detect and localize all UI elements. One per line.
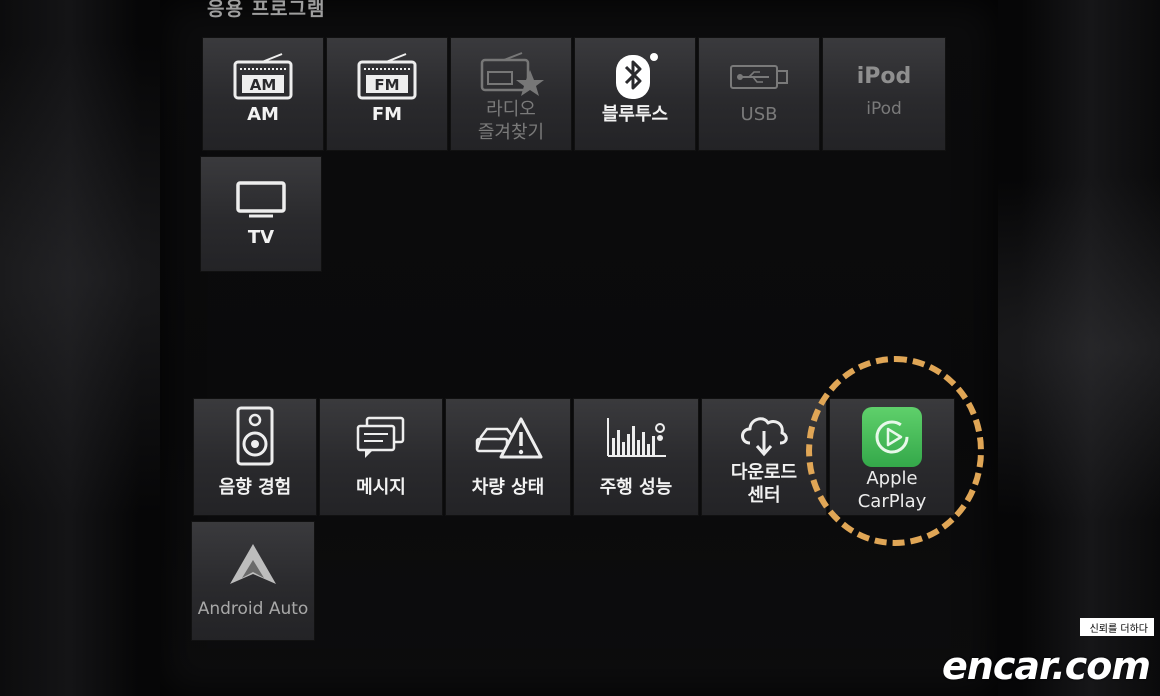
app-label: FM <box>371 104 403 125</box>
app-label: 메시지 <box>356 477 406 498</box>
svg-text:AM: AM <box>250 76 277 94</box>
app-tile-driving-performance[interactable]: 주행 성능 <box>573 398 699 516</box>
app-label: TV <box>247 227 275 248</box>
android-auto-icon <box>228 532 278 598</box>
app-label: 주행 성능 <box>599 477 673 498</box>
watermark-tagline: 신뢰를 더하다 <box>1079 618 1154 636</box>
app-tile-android-auto[interactable]: Android Auto <box>191 521 315 641</box>
app-label: 다운로드 센터 <box>730 462 798 506</box>
app-tile-sound-experience[interactable]: 음향 경험 <box>193 398 317 516</box>
car-warning-icon <box>473 407 543 469</box>
encar-watermark: 신뢰를 더하다 encar.com <box>922 618 1154 688</box>
tv-icon <box>235 173 287 227</box>
app-tile-fm[interactable]: FM FM <box>326 37 448 151</box>
bluetooth-icon <box>610 50 660 104</box>
ipod-icon: iPod <box>856 63 912 89</box>
fm-radio-icon: FM <box>356 50 418 104</box>
usb-icon <box>729 50 789 104</box>
app-tile-tv[interactable]: TV <box>200 156 322 272</box>
performance-chart-icon <box>604 407 668 469</box>
app-label: 블루투스 <box>601 104 669 125</box>
app-tile-bluetooth[interactable]: 블루투스 <box>574 37 696 151</box>
carplay-highlight-circle <box>806 356 984 546</box>
app-tile-messages[interactable]: 메시지 <box>319 398 443 516</box>
app-label: 차량 상태 <box>471 477 545 498</box>
app-tile-usb[interactable]: USB <box>698 37 820 151</box>
app-tile-vehicle-status[interactable]: 차량 상태 <box>445 398 571 516</box>
download-cloud-icon <box>738 407 790 463</box>
app-label: 음향 경험 <box>218 477 292 498</box>
speaker-icon <box>235 405 275 467</box>
app-label: Android Auto <box>197 599 309 619</box>
app-tile-am[interactable]: AM AM <box>202 37 324 151</box>
svg-text:FM: FM <box>374 76 399 94</box>
app-label: iPod <box>866 99 902 119</box>
app-label: USB <box>740 104 778 125</box>
page-title: 응용 프로그램 <box>207 0 326 20</box>
am-radio-icon: AM <box>232 50 294 104</box>
app-tile-radio-favorites[interactable]: 라디오 즐겨찾기 <box>450 37 572 151</box>
message-icon <box>355 407 407 469</box>
app-tile-ipod[interactable]: iPod iPod <box>822 37 946 151</box>
watermark-brand: encar.com <box>942 644 1151 688</box>
app-label: 라디오 즐겨찾기 <box>477 99 545 143</box>
app-label: AM <box>247 104 279 125</box>
radio-favorites-icon <box>478 50 544 100</box>
